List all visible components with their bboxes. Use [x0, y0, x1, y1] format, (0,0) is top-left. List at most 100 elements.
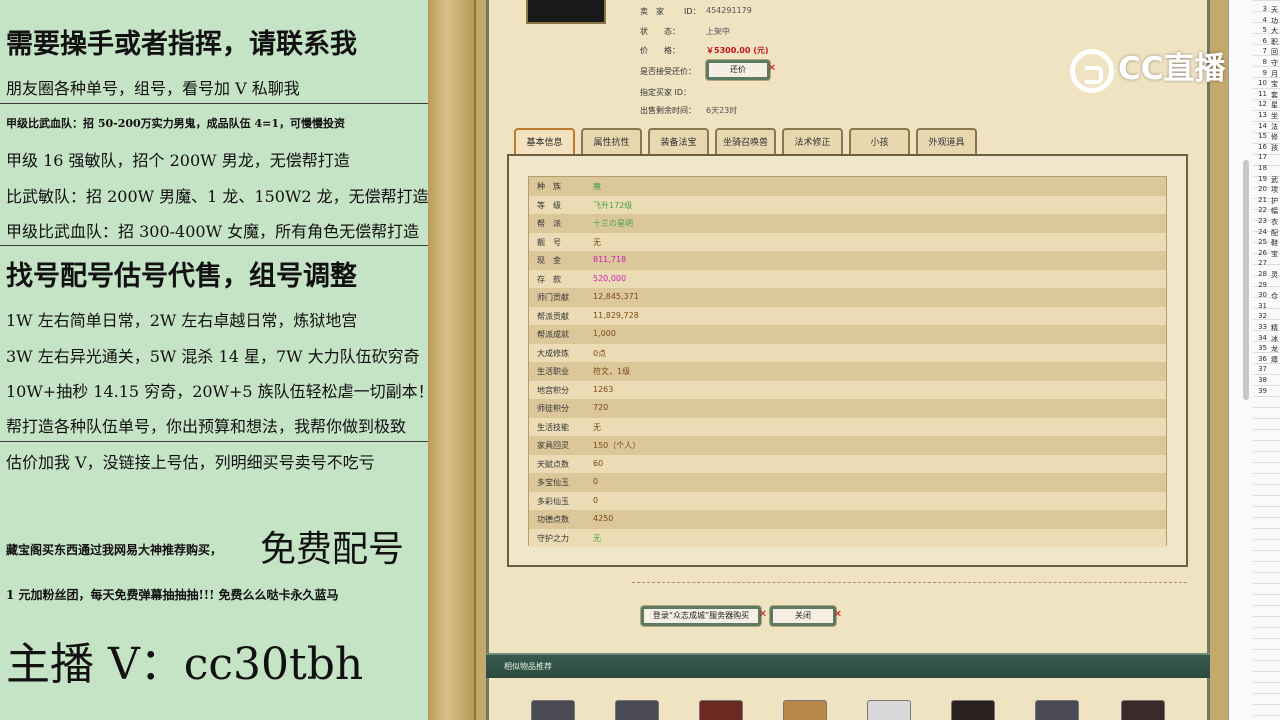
ad-line-cangbaoge: 藏宝阁买东西通过我网易大神推荐购买，: [6, 543, 223, 557]
row-char: 月: [1271, 69, 1278, 78]
row-char: 修: [1271, 133, 1278, 142]
tab-equipment[interactable]: 装备法宝: [648, 128, 709, 155]
recommend-item[interactable]: [699, 700, 743, 720]
row-key: 师门贡献: [537, 293, 569, 302]
row-char: 衣: [1271, 218, 1278, 226]
tab-spell-correction[interactable]: 法术修正: [782, 128, 843, 155]
row-value: 1263: [593, 384, 614, 394]
table-row: 天赋点数 60: [529, 454, 1166, 473]
status-label: 状 态：: [640, 27, 680, 36]
row-number: 29: [1258, 280, 1267, 289]
tab-attribute-resist[interactable]: 属性抗性: [581, 128, 642, 155]
row-key: 地宫积分: [537, 385, 569, 395]
row-number: 12: [1258, 100, 1267, 109]
row-number: 5: [1262, 26, 1267, 35]
row-char: 宝: [1271, 80, 1278, 89]
row-number: 24: [1258, 227, 1267, 236]
row-value: 60: [593, 458, 604, 468]
row-number: 10: [1258, 79, 1267, 88]
row-number: 37: [1258, 365, 1267, 374]
divider: [632, 582, 1187, 583]
recommend-item[interactable]: [1035, 700, 1079, 720]
row-number: 36: [1258, 354, 1267, 363]
basic-info-table: 种 族魔等 级飞升172级帮 派十三の星明靓 号无现 金 811,718 存 款 52…: [528, 176, 1167, 547]
screen: 需要操手或者指挥，请联系我 朋友圈各种单号，组号，看号加 V 私聊我 甲级比武血…: [0, 0, 1280, 720]
row-char: 星: [1271, 101, 1278, 110]
row-char: 精: [1271, 324, 1278, 332]
close-button[interactable]: 关闭 ✕: [770, 606, 842, 626]
frame-left-strip: [428, 0, 476, 720]
row-key: 守护之力: [537, 533, 569, 543]
row-number: 32: [1258, 312, 1267, 321]
row-char: 幅: [1271, 207, 1278, 216]
row-value: 0: [593, 495, 599, 505]
tab-mount-summon[interactable]: 坐骑召唤兽: [715, 128, 776, 155]
recommend-item[interactable]: [951, 700, 995, 720]
table-row: 多宝仙玉 0: [529, 473, 1166, 492]
bargain-label: 是否接受还价：: [640, 67, 696, 76]
table-row: 功德点数 4250: [529, 510, 1166, 529]
table-row: 种 族魔: [529, 177, 1166, 196]
row-value: 0点: [593, 348, 607, 358]
table-row: 帮派贡献 11,829,728: [529, 306, 1166, 325]
cc-logo-text: CC直播: [1118, 51, 1226, 87]
row-char: 瘴: [1271, 355, 1278, 364]
row-number: 13: [1258, 111, 1267, 119]
table-row: 多彩仙玉 0: [529, 491, 1166, 510]
seller-label: 卖 家: [640, 7, 664, 16]
row-number: 17: [1258, 153, 1267, 162]
table-row: 靓 号无: [529, 232, 1166, 251]
row-number: 38: [1258, 376, 1267, 384]
row-number: 18: [1258, 164, 1267, 172]
ad-line-free: 免费配号: [260, 529, 405, 570]
table-row: 生活技能 无: [529, 417, 1166, 436]
row-number: 16: [1258, 142, 1267, 151]
tab-basic-info[interactable]: 基本信息: [514, 128, 575, 155]
ad-line-friends: 朋友圈各种单号，组号，看号加 V 私聊我: [6, 79, 300, 98]
ad-divider: [0, 245, 428, 246]
row-key: 帮 派: [537, 219, 561, 228]
row-char: 职: [1271, 37, 1278, 46]
row-char: 法: [1271, 122, 1278, 131]
row-key: 种 族: [537, 182, 561, 191]
ad-line-price2: 3W 左右异光通关，5W 混杀 14 星，7W 大力队伍砍穷奇: [6, 347, 420, 366]
row-key: 师徒积分: [537, 404, 569, 413]
recommend-item[interactable]: [1121, 700, 1165, 720]
role-avatar: [526, 0, 606, 24]
bargain-button-label: 还价: [730, 65, 746, 74]
row-char: 回: [1271, 48, 1278, 57]
tab-appearance-items[interactable]: 外观道具: [916, 128, 977, 155]
ad-line-streamer: 主播 V：cc30tbh: [6, 639, 364, 690]
row-char: 宝: [1271, 249, 1278, 258]
row-value: 520,000: [593, 273, 627, 283]
row-number: 4: [1262, 15, 1267, 24]
ad-divider: [0, 441, 428, 442]
row-number: 20: [1258, 185, 1267, 194]
row-number: 15: [1258, 132, 1267, 141]
row-number: 8: [1262, 58, 1267, 66]
row-key: 功德点数: [537, 515, 569, 524]
table-row: 现 金 811,718: [529, 251, 1166, 270]
row-value: 720: [593, 403, 609, 412]
bargain-button[interactable]: 还价 ✕: [706, 60, 776, 80]
row-value: 4250: [593, 514, 614, 523]
row-value: 11,829,728: [593, 310, 639, 320]
recommend-item[interactable]: [783, 700, 827, 720]
row-number: 7: [1262, 47, 1267, 56]
scrollbar[interactable]: [1243, 160, 1249, 400]
row-key: 帮派贡献: [537, 311, 569, 321]
row-number: 3: [1262, 5, 1267, 13]
login-buy-button[interactable]: 登录“众志成城”服务器购买 ✕: [641, 606, 767, 626]
recommend-item[interactable]: [615, 700, 659, 720]
row-number: 21: [1258, 195, 1267, 204]
status-value: 上架中: [706, 27, 730, 36]
row-value: 飞升172级: [593, 200, 633, 210]
row-char: 灵: [1271, 271, 1278, 279]
recommend-item[interactable]: [867, 700, 911, 720]
tab-child[interactable]: 小孩: [849, 128, 910, 155]
close-mark-icon: ✕: [758, 609, 767, 620]
table-row: 等 级 飞升172级: [529, 195, 1166, 214]
row-char: 武: [1271, 175, 1278, 184]
ad-line-team3: 比武敏队：招 200W 男魔、1 龙、150W2 龙，无偿帮打造: [6, 187, 428, 206]
recommend-item[interactable]: [531, 700, 575, 720]
